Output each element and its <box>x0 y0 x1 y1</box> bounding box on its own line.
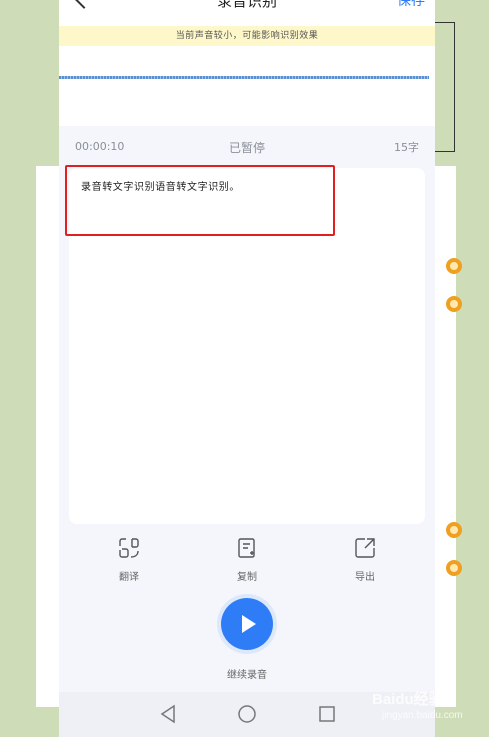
watermark-url: jingyan.baidu.com <box>382 710 463 721</box>
highlight-box <box>65 165 335 236</box>
save-button[interactable]: 保存 <box>397 0 425 10</box>
page-title: 录音识别 <box>216 0 277 10</box>
copy-icon <box>238 538 255 558</box>
continue-recording-label: 继续录音 <box>227 670 267 681</box>
translate-button[interactable]: 翻译 <box>99 536 159 583</box>
recording-state: 已暂停 <box>228 141 265 155</box>
translate-label: 翻译 <box>119 572 139 583</box>
export-button[interactable]: 导出 <box>335 536 395 583</box>
low-volume-warning: 当前声音较小，可能影响识别效果 <box>59 26 435 46</box>
character-count: 15字 <box>394 141 419 154</box>
binder-ring-icon <box>446 258 462 274</box>
phone-screen: 录音识别 保存 当前声音较小，可能影响识别效果 00:00:10 已暂停 15字… <box>59 0 435 737</box>
continue-recording-button[interactable] <box>217 594 277 654</box>
play-button-circle[interactable] <box>221 598 273 650</box>
play-icon <box>242 615 256 633</box>
action-bar: 翻译 复制 导出 <box>59 532 435 592</box>
home-circle-icon[interactable] <box>237 704 257 724</box>
binder-ring-icon <box>446 522 462 538</box>
recents-square-icon[interactable] <box>318 704 336 724</box>
binder-ring-icon <box>446 296 462 312</box>
binder-ring-icon <box>446 560 462 576</box>
export-label: 导出 <box>355 572 375 583</box>
recording-status-row: 00:00:10 已暂停 15字 <box>59 126 435 168</box>
translate-icon <box>119 538 139 558</box>
copy-button[interactable]: 复制 <box>217 536 277 583</box>
watermark-brand: Baidu经验 <box>372 691 444 708</box>
waveform-line <box>59 76 429 79</box>
export-icon <box>355 538 375 558</box>
waveform-area <box>59 46 435 126</box>
back-triangle-icon[interactable] <box>159 704 177 724</box>
top-nav-bar: 录音识别 保存 <box>59 0 435 26</box>
copy-label: 复制 <box>237 572 257 583</box>
